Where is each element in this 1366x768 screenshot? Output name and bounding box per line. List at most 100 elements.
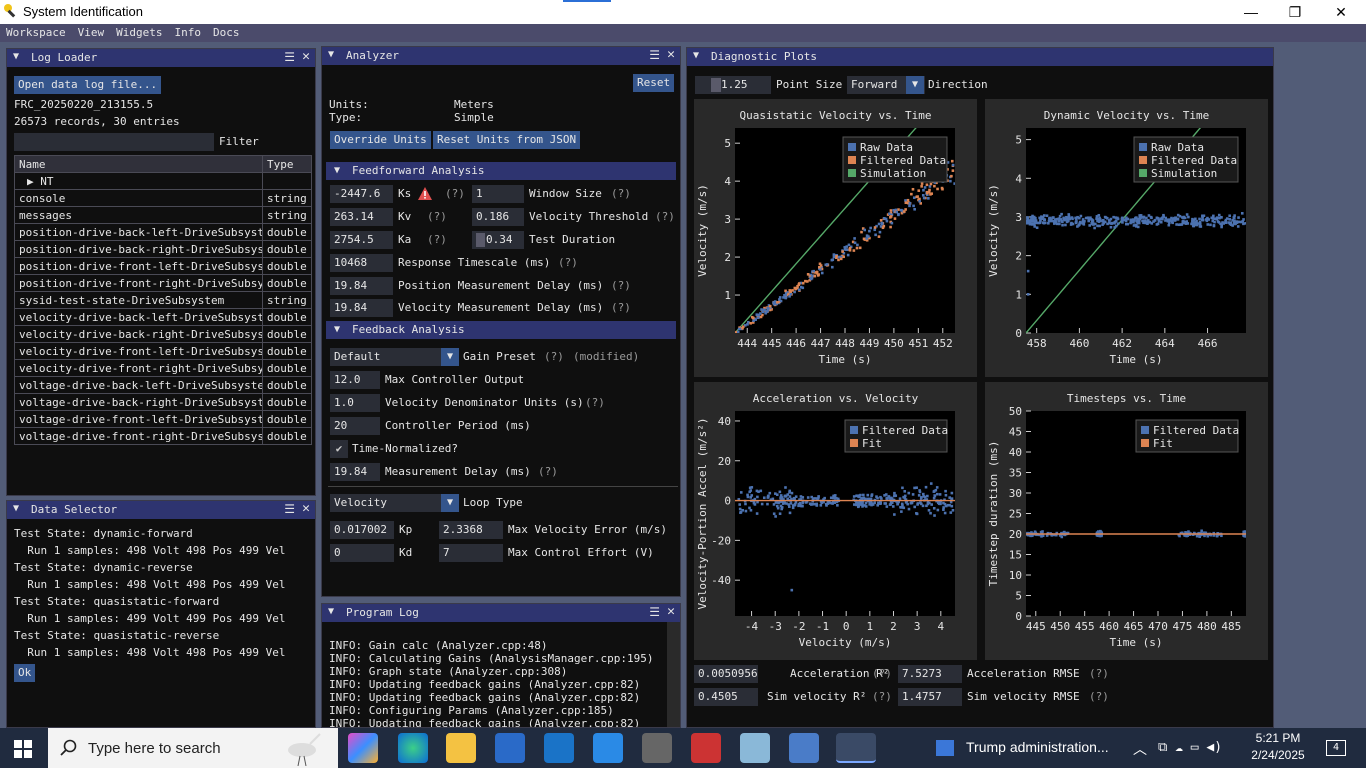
table-row[interactable]: velocity-drive-front-left-DriveSubsystem… — [14, 342, 312, 360]
close-window-button[interactable]: ✕ — [1318, 0, 1364, 24]
taskbar-search[interactable]: Type here to search — [48, 728, 338, 768]
max-control-effort-input[interactable]: 7 — [439, 544, 503, 562]
collapse-icon[interactable]: ▼ — [328, 49, 334, 60]
entry-name[interactable]: velocity-drive-front-right-DriveSubsyste… — [14, 359, 263, 377]
menu-icon[interactable]: ☰ — [284, 502, 295, 516]
ka-value[interactable]: 2754.5 — [330, 231, 393, 249]
ok-button[interactable]: Ok — [14, 664, 36, 682]
gain-preset-help[interactable]: (?) — [544, 348, 564, 366]
position-delay-value[interactable]: 19.84 — [330, 277, 393, 295]
outlook-icon[interactable] — [544, 733, 574, 763]
table-row[interactable]: velocity-drive-back-left-DriveSubsystem d… — [14, 308, 312, 326]
table-row[interactable]: ▶ NT — [14, 172, 312, 190]
minimize-button[interactable]: — — [1228, 0, 1274, 24]
menu-workspace[interactable]: Workspace — [0, 24, 72, 42]
kp-value[interactable]: 0.017002 — [330, 521, 394, 539]
clock-date[interactable]: 2/24/2025 — [1248, 748, 1308, 762]
kd-value[interactable]: 0 — [330, 544, 394, 562]
entry-name[interactable]: velocity-drive-front-left-DriveSubsystem — [14, 342, 263, 360]
close-icon[interactable]: ✕ — [302, 49, 310, 64]
diagnostic-plots-titlebar[interactable]: ▼ Diagnostic Plots — [687, 48, 1273, 66]
collapse-icon[interactable]: ▼ — [13, 503, 19, 514]
chevron-down-icon[interactable]: ▼ — [441, 494, 459, 512]
news-headline[interactable]: Trump administration... — [966, 739, 1109, 755]
collapse-icon[interactable]: ▼ — [328, 606, 334, 617]
entry-name[interactable]: voltage-drive-front-right-DriveSubsystem — [14, 427, 263, 445]
table-row[interactable]: voltage-drive-back-right-DriveSubsystem d… — [14, 393, 312, 411]
measurement-delay-help[interactable]: (?) — [538, 463, 558, 481]
point-size-slider[interactable]: 1.25 — [695, 76, 771, 94]
menu-icon[interactable]: ☰ — [284, 50, 295, 64]
collapse-icon[interactable]: ▼ — [693, 50, 699, 61]
table-row[interactable]: sysid-test-state-DriveSubsystem string — [14, 291, 312, 309]
entry-name[interactable]: position-drive-back-right-DriveSubsystem — [14, 240, 263, 258]
menu-info[interactable]: Info — [168, 24, 207, 42]
menu-docs[interactable]: Docs — [207, 24, 246, 42]
feedback-header[interactable]: ▼ Feedback Analysis — [326, 321, 676, 339]
table-row[interactable]: voltage-drive-back-left-DriveSubsystem do… — [14, 376, 312, 394]
ka-help[interactable]: (?) — [427, 231, 447, 249]
sysid-taskbar-icon[interactable] — [836, 733, 876, 763]
log-scrollbar[interactable] — [667, 622, 680, 727]
table-row[interactable]: velocity-drive-back-right-DriveSubsystem… — [14, 325, 312, 343]
maximize-button[interactable]: ❐ — [1272, 0, 1318, 24]
terminal-icon[interactable] — [642, 733, 672, 763]
velocity-threshold-input[interactable]: 0.186 — [472, 208, 524, 226]
entry-name[interactable]: velocity-drive-back-right-DriveSubsystem — [14, 325, 263, 343]
feedforward-header[interactable]: ▼ Feedforward Analysis — [326, 162, 676, 180]
accel-rmse-help[interactable]: (?) — [1089, 665, 1109, 683]
ks-help[interactable]: (?) — [445, 185, 465, 203]
menu-view[interactable]: View — [72, 24, 111, 42]
kv-value[interactable]: 263.14 — [330, 208, 393, 226]
chevron-down-icon[interactable]: ▼ — [441, 348, 459, 366]
entry-name[interactable]: position-drive-back-left-DriveSubsystem — [14, 223, 263, 241]
collapse-icon[interactable]: ▼ — [334, 162, 340, 180]
file-explorer-icon[interactable] — [446, 733, 476, 763]
vscode-icon[interactable] — [593, 733, 623, 763]
reset-units-json-button[interactable]: Reset Units from JSON — [433, 131, 581, 149]
store-icon[interactable] — [495, 733, 525, 763]
tray-icons[interactable]: ⧉ ☁ ▭ ◀) — [1158, 740, 1222, 755]
java-app-icon[interactable] — [691, 733, 721, 763]
notes-icon[interactable] — [740, 733, 770, 763]
velocity-denominator-input[interactable]: 1.0 — [330, 394, 380, 412]
chevron-down-icon[interactable]: ▼ — [906, 76, 924, 94]
copilot-icon[interactable] — [348, 733, 378, 763]
entry-name[interactable]: messages — [14, 206, 263, 224]
chevron-up-icon[interactable]: ︿ — [1133, 739, 1147, 759]
slider-grab[interactable] — [476, 233, 485, 247]
table-row[interactable]: position-drive-front-left-DriveSubsystem… — [14, 257, 312, 275]
table-row[interactable]: position-drive-back-left-DriveSubsystem d… — [14, 223, 312, 241]
gain-preset-select[interactable]: Default — [330, 348, 459, 366]
plot-timesteps[interactable]: Timesteps vs. Time 445 450 455 460 465 470 475 4… — [985, 382, 1268, 660]
menu-icon[interactable]: ☰ — [649, 48, 660, 62]
velocity-denominator-help[interactable]: (?) — [585, 394, 605, 412]
menu-widgets[interactable]: Widgets — [110, 24, 168, 42]
position-delay-help[interactable]: (?) — [611, 277, 631, 295]
max-output-input[interactable]: 12.0 — [330, 371, 380, 389]
close-icon[interactable]: ✕ — [667, 604, 675, 619]
response-timescale-value[interactable]: 10468 — [330, 254, 393, 272]
controller-period-input[interactable]: 20 — [330, 417, 380, 435]
plot-quasistatic[interactable]: Quasistatic Velocity vs. Time 444 445 446 44… — [694, 99, 977, 377]
entry-name[interactable]: console — [14, 189, 263, 207]
plot-accel-svg[interactable]: -4 -3 -2 -1 0 1 2 3 4 -40 -20 0 20 40 Velocity (m/s) Ve… — [694, 382, 977, 660]
table-row[interactable]: position-drive-front-right-DriveSubsyste… — [14, 274, 312, 292]
entry-name[interactable]: position-drive-front-left-DriveSubsystem — [14, 257, 263, 275]
table-row[interactable]: messages string — [14, 206, 312, 224]
warning-icon[interactable] — [418, 187, 432, 200]
table-row[interactable]: position-drive-back-right-DriveSubsystem… — [14, 240, 312, 258]
glass-icon[interactable] — [789, 733, 819, 763]
program-log-titlebar[interactable]: ▼ Program Log ☰ ✕ — [322, 604, 680, 622]
loop-type-select[interactable]: Velocity — [330, 494, 459, 512]
notification-badge[interactable]: 4 — [1326, 740, 1346, 756]
entry-name[interactable]: position-drive-front-right-DriveSubsyste… — [14, 274, 263, 292]
entry-name[interactable]: velocity-drive-back-left-DriveSubsystem — [14, 308, 263, 326]
plot-dynamic[interactable]: Dynamic Velocity vs. Time 458 460 462 464 466… — [985, 99, 1268, 377]
response-timescale-help[interactable]: (?) — [558, 254, 578, 272]
time-normalized-checkbox[interactable]: ✔ — [330, 440, 348, 458]
sim-rmse-help[interactable]: (?) — [1089, 688, 1109, 706]
accel-r2-value[interactable]: 0.0050956 — [694, 665, 758, 683]
edge-icon[interactable] — [398, 733, 428, 763]
window-size-help[interactable]: (?) — [611, 185, 631, 203]
